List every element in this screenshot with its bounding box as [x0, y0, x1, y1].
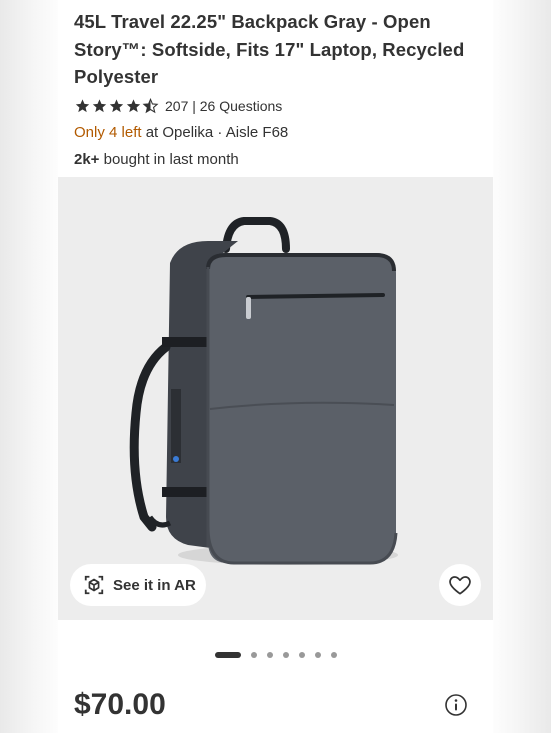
carousel-dot[interactable] — [282, 652, 289, 658]
half-star-icon — [142, 97, 159, 113]
carousel-dot[interactable] — [298, 652, 305, 658]
heart-icon — [449, 576, 471, 595]
stock-low-label: Only 4 left — [74, 123, 142, 141]
product-price: $70.00 — [74, 688, 166, 721]
product-header: 45L Travel 22.25" Backpack Gray - Open S… — [58, 0, 493, 168]
info-icon[interactable] — [444, 693, 468, 717]
product-card: 45L Travel 22.25" Backpack Gray - Open S… — [58, 0, 493, 733]
rating-stars — [74, 97, 159, 114]
star-icon — [126, 98, 141, 112]
backpack-image — [129, 217, 398, 565]
left-edge-background — [0, 0, 58, 733]
ar-cube-icon — [84, 575, 104, 595]
carousel-dot[interactable] — [330, 652, 337, 658]
stock-availability[interactable]: Only 4 left at Opelika · Aisle F68 — [74, 124, 493, 142]
see-in-ar-label: See it in AR — [113, 576, 196, 594]
carousel-dot-active[interactable] — [214, 652, 241, 658]
bought-last-month: 2k+ bought in last month — [74, 151, 493, 168]
bought-label: bought in last month — [99, 150, 239, 168]
rating-count-questions[interactable]: 207 | 26 Questions — [165, 98, 282, 114]
carousel-dot[interactable] — [266, 652, 273, 658]
carousel-dot[interactable] — [250, 652, 257, 658]
carousel-indicator — [58, 651, 493, 659]
bought-count: 2k+ — [74, 150, 100, 168]
product-title: 45L Travel 22.25" Backpack Gray - Open S… — [74, 11, 465, 87]
star-icon — [92, 98, 107, 112]
favorite-button[interactable] — [439, 564, 481, 606]
product-image-carousel[interactable]: See it in AR — [58, 177, 493, 620]
right-edge-background — [493, 0, 551, 733]
carousel-dot[interactable] — [314, 652, 321, 658]
see-in-ar-button[interactable]: See it in AR — [70, 564, 206, 606]
star-icon — [109, 98, 124, 112]
store-aisle-label: at Opelika · Aisle F68 — [141, 123, 289, 141]
star-icon — [75, 98, 90, 112]
rating-row[interactable]: 207 | 26 Questions — [74, 97, 493, 115]
